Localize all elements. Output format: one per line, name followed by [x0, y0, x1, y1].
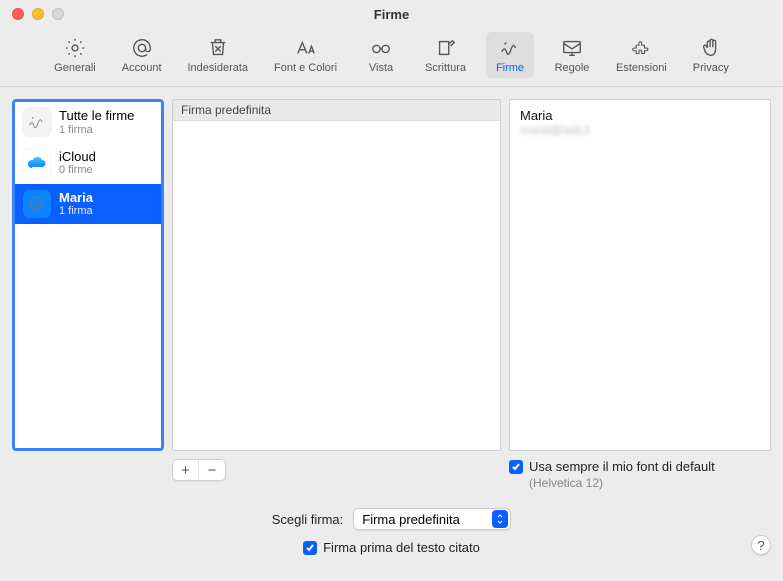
signature-preview[interactable]: Maria mardi@iadi.il	[509, 99, 771, 451]
hand-icon	[699, 36, 723, 60]
tab-label: Estensioni	[616, 62, 667, 74]
tab-label: Scrittura	[425, 62, 466, 74]
checkbox-label: Firma prima del testo citato	[323, 540, 480, 555]
signatures-list[interactable]: Firma predefinita	[172, 99, 501, 451]
choose-signature-row: Scegli firma: Firma predefinita	[272, 508, 512, 530]
zoom-button[interactable]	[52, 8, 64, 20]
account-maria[interactable]: Maria 1 firma	[15, 184, 161, 225]
preview-name: Maria	[520, 108, 760, 123]
add-signature-button[interactable]: +	[173, 460, 199, 480]
remove-signature-button[interactable]: −	[199, 460, 225, 480]
tab-label: Account	[122, 62, 162, 74]
tab-general[interactable]: Generali	[48, 32, 102, 78]
tab-signatures[interactable]: Firme	[486, 32, 534, 78]
tab-rules[interactable]: Regole	[548, 32, 596, 78]
account-name: Tutte le firme	[59, 108, 134, 124]
tab-label: Firme	[496, 62, 524, 74]
use-default-font-checkbox[interactable]: Usa sempre il mio font di default	[509, 459, 771, 474]
help-button[interactable]: ?	[751, 535, 771, 555]
close-button[interactable]	[12, 8, 24, 20]
tab-label: Indesiderata	[188, 62, 249, 74]
titlebar: Firme	[0, 0, 783, 28]
account-name: Maria	[59, 190, 93, 206]
trash-icon	[206, 36, 230, 60]
tab-label: Regole	[555, 62, 590, 74]
choose-signature-popup[interactable]: Firma predefinita	[353, 508, 511, 530]
at-icon	[130, 36, 154, 60]
tab-label: Vista	[369, 62, 393, 74]
gear-icon	[63, 36, 87, 60]
account-sub: 1 firma	[59, 205, 93, 218]
account-all-signatures[interactable]: Tutte le firme 1 firma	[15, 102, 161, 143]
checkbox-label: Usa sempre il mio font di default	[529, 459, 715, 474]
puzzle-icon	[629, 36, 653, 60]
preferences-window: Firme Generali Account Indesiderata Font…	[0, 0, 783, 581]
font-sub-label: (Helvetica 12)	[529, 476, 771, 490]
tab-privacy[interactable]: Privacy	[687, 32, 735, 78]
glasses-icon	[369, 36, 393, 60]
bottom-controls: Scegli firma: Firma predefinita Firma pr…	[12, 508, 771, 555]
tab-junk[interactable]: Indesiderata	[182, 32, 255, 78]
signature-icon	[498, 36, 522, 60]
signature-list-body	[173, 121, 500, 450]
cloud-icon	[23, 149, 51, 177]
signature-list-header[interactable]: Firma predefinita	[173, 100, 500, 121]
below-panes: + − Usa sempre il mio font di default (H…	[12, 459, 771, 490]
checkbox-checked-icon	[303, 541, 317, 555]
tab-extensions[interactable]: Estensioni	[610, 32, 673, 78]
signature-before-quote-checkbox[interactable]: Firma prima del testo citato	[303, 540, 480, 555]
account-name: iCloud	[59, 149, 96, 165]
tab-label: Privacy	[693, 62, 729, 74]
checkbox-checked-icon	[509, 460, 523, 474]
tab-viewing[interactable]: Vista	[357, 32, 405, 78]
account-icloud[interactable]: iCloud 0 firme	[15, 143, 161, 184]
window-controls	[12, 8, 64, 20]
preview-email: mardi@iadi.il	[520, 123, 760, 137]
updown-arrows-icon	[492, 510, 508, 528]
font-option: Usa sempre il mio font di default (Helve…	[509, 459, 771, 490]
choose-signature-label: Scegli firma:	[272, 512, 344, 527]
font-icon	[294, 36, 318, 60]
popup-value: Firma predefinita	[362, 512, 460, 527]
tab-fonts[interactable]: Font e Colori	[268, 32, 343, 78]
account-sub: 0 firme	[59, 164, 96, 177]
accounts-list[interactable]: Tutte le firme 1 firma iCloud 0 firme	[12, 99, 164, 451]
tab-composing[interactable]: Scrittura	[419, 32, 472, 78]
signature-icon	[23, 108, 51, 136]
tab-label: Font e Colori	[274, 62, 337, 74]
tab-account[interactable]: Account	[116, 32, 168, 78]
rules-icon	[560, 36, 584, 60]
window-title: Firme	[0, 7, 783, 22]
content-area: Tutte le firme 1 firma iCloud 0 firme	[0, 87, 783, 581]
preferences-toolbar: Generali Account Indesiderata Font e Col…	[0, 28, 783, 87]
minimize-button[interactable]	[32, 8, 44, 20]
add-remove-control: + −	[172, 459, 226, 481]
compose-icon	[434, 36, 458, 60]
tab-label: Generali	[54, 62, 96, 74]
panes: Tutte le firme 1 firma iCloud 0 firme	[12, 99, 771, 451]
account-sub: 1 firma	[59, 124, 134, 137]
at-icon	[23, 190, 51, 218]
